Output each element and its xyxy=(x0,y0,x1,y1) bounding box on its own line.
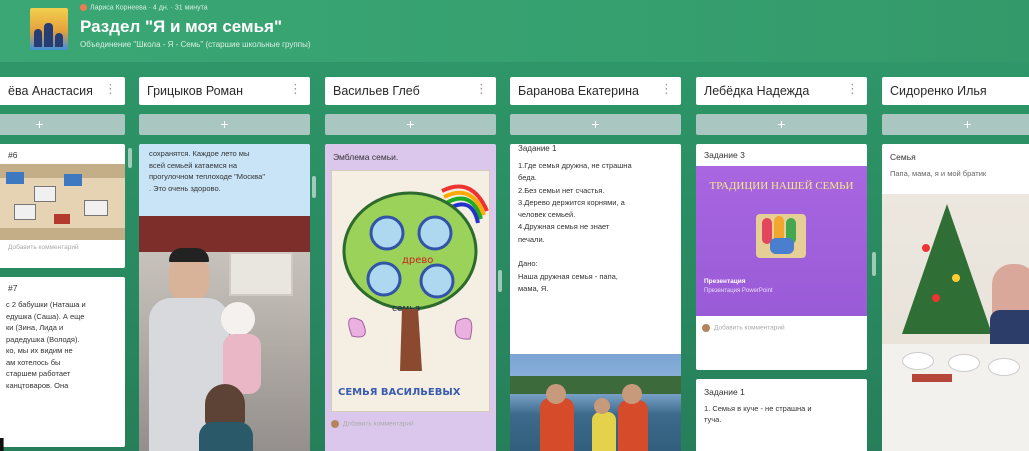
column-header[interactable]: ёва Анастасия ⋮ xyxy=(0,77,125,105)
presentation-title: ТРАДИЦИИ НАШЕЙ СЕМЬИ xyxy=(709,180,854,192)
add-post-button[interactable]: + xyxy=(325,114,496,135)
drawing-caption: СЕМЬЯ ВАСИЛЬЕВЫХ xyxy=(338,387,461,398)
column-menu-icon[interactable]: ⋮ xyxy=(660,81,673,97)
add-post-button[interactable]: + xyxy=(510,114,681,135)
post-comment-link[interactable]: Добавить комментарий xyxy=(0,240,125,257)
add-post-button[interactable]: + xyxy=(696,114,867,135)
column-román: Грицыков Роман ⋮ + сохранятся. Каждое ле… xyxy=(139,77,310,451)
post-title: Задание 3 xyxy=(704,150,745,160)
column-scrollbar[interactable] xyxy=(128,148,132,168)
column-scrollbar[interactable] xyxy=(498,270,502,292)
post-card[interactable]: сохранятся. Каждое лето мы всей семьей к… xyxy=(139,144,310,451)
column-title: Баранова Екатерина xyxy=(518,84,639,98)
post-drawing: древо семья СЕМЬЯ ВАСИЛЬЕВЫХ xyxy=(331,170,490,412)
post-comment-link[interactable]: Добавить комментарий xyxy=(696,316,867,338)
column-header[interactable]: Васильев Глеб ⋮ xyxy=(325,77,496,105)
post-card[interactable]: Задание 1 1.Где семья дружна, не страшна… xyxy=(510,144,681,451)
add-post-button[interactable]: + xyxy=(0,114,125,135)
column-title: Васильев Глеб xyxy=(333,84,420,98)
column-header[interactable]: Грицыков Роман ⋮ xyxy=(139,77,310,105)
post-photo xyxy=(139,216,310,451)
post-card[interactable]: #6 Добавить комментарий xyxy=(0,144,125,268)
commenter-avatar xyxy=(702,324,710,332)
column-menu-icon[interactable]: ⋮ xyxy=(846,81,859,97)
presentation-preview[interactable]: ТРАДИЦИИ НАШЕЙ СЕМЬИ Презентация Презент… xyxy=(696,166,867,316)
column-menu-icon[interactable]: ⋮ xyxy=(475,81,488,97)
column-anastasia: ёва Анастасия ⋮ + #6 Добавить комментари… xyxy=(0,77,125,451)
add-post-button[interactable]: + xyxy=(882,114,1029,135)
family-emblem-drawing: древо семья СЕМЬЯ ВАСИЛЬЕВЫХ xyxy=(338,184,489,398)
column-scrollbar[interactable] xyxy=(872,252,876,276)
post-image xyxy=(0,164,125,240)
post-photo xyxy=(510,354,681,451)
add-post-button[interactable]: + xyxy=(139,114,310,135)
post-card[interactable]: Семья Папа, мама, я и мой братик xyxy=(882,144,1029,451)
author-meta: Лариса Корнеева · 4 дн. · 31 минута xyxy=(80,4,208,11)
post-text: сохранятся. Каждое лето мы всей семьей к… xyxy=(149,149,266,193)
column-ilya: Сидоренко Илья + Семья Папа, мама, я и м… xyxy=(882,77,1029,451)
post-text: 1. Семья в куче - не страшна и туча. xyxy=(704,404,812,424)
column-nadezhda: Лебёдка Надежда ⋮ + Задание 3 ТРАДИЦИИ Н… xyxy=(696,77,867,451)
post-card[interactable]: Задание 1 1. Семья в куче - не страшна и… xyxy=(696,379,867,451)
padlet-header: Лариса Корнеева · 4 дн. · 31 минута Разд… xyxy=(0,0,1029,62)
post-title: Задание 1 xyxy=(518,144,557,153)
commenter-avatar xyxy=(331,420,339,428)
drawing-tree-label: древо xyxy=(402,255,433,266)
column-title: ёва Анастасия xyxy=(8,84,93,98)
column-title: Сидоренко Илья xyxy=(890,84,987,98)
board-title: Раздел "Я и моя семья" xyxy=(80,17,283,36)
post-title: #7 xyxy=(8,283,18,293)
post-text: 1.Где семья дружна, не страшна беда. 2.Б… xyxy=(518,161,632,293)
post-card[interactable]: Эмблема семьи. древо семья СЕМЬЯ ВАСИЛЬЕ… xyxy=(325,144,496,451)
column-gleb: Васильев Глеб ⋮ + Эмблема семьи. древо с… xyxy=(325,77,496,451)
column-header[interactable]: Лебёдка Надежда ⋮ xyxy=(696,77,867,105)
presentation-subcaption: Презентация PowerPoint xyxy=(704,288,773,294)
post-text: с 2 бабушки (Наташа и едушка (Саша). А е… xyxy=(6,300,86,390)
post-card[interactable]: #7 с 2 бабушки (Наташа и едушка (Саша). … xyxy=(0,277,125,447)
post-comment-link[interactable]: Добавить комментарий xyxy=(325,412,496,434)
board-logo xyxy=(30,8,68,50)
column-header[interactable]: Сидоренко Илья xyxy=(882,77,1029,105)
presentation-caption: Презентация xyxy=(704,278,746,285)
column-menu-icon[interactable]: ⋮ xyxy=(289,81,302,97)
post-title: Эмблема семьи. xyxy=(333,152,399,162)
post-title: #6 xyxy=(8,150,18,160)
post-title: Семья xyxy=(890,152,916,162)
board-subtitle: Объединение "Школа - Я - Семь" (старшие … xyxy=(80,40,311,49)
post-title: Задание 1 xyxy=(704,387,745,397)
column-ekaterina: Баранова Екатерина ⋮ + Задание 1 1.Где с… xyxy=(510,77,681,451)
column-title: Лебёдка Надежда xyxy=(704,84,810,98)
column-title: Грицыков Роман xyxy=(147,84,244,98)
column-scrollbar[interactable] xyxy=(312,176,316,198)
column-menu-icon[interactable]: ⋮ xyxy=(104,81,117,97)
column-header[interactable]: Баранова Екатерина ⋮ xyxy=(510,77,681,105)
post-card[interactable]: Задание 3 ТРАДИЦИИ НАШЕЙ СЕМЬИ Презентац… xyxy=(696,144,867,370)
author-avatar xyxy=(80,4,87,11)
post-photo xyxy=(882,194,1029,451)
post-text: Папа, мама, я и мой братик xyxy=(890,169,987,178)
